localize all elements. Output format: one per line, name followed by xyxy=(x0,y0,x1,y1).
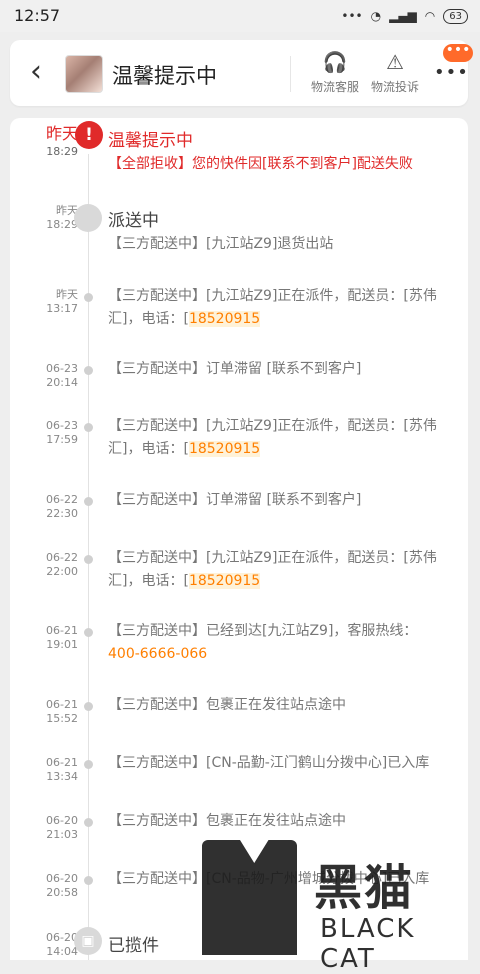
hotline-link[interactable]: 400-6666-066 xyxy=(108,646,207,662)
headset-icon: 🎧 xyxy=(322,50,348,74)
signal-icon: ▂▄▆ xyxy=(389,9,417,23)
entry-text: 【三方配送中】[九江站Z9]正在派件，配送员：[苏伟汇]，电话：[1852091… xyxy=(108,288,437,327)
truck-icon: ▣ xyxy=(74,927,102,955)
entry-text: 【三方配送中】订单滞留 [联系不到客户] xyxy=(108,492,362,508)
timeline-dot xyxy=(84,628,93,637)
user-icon xyxy=(74,204,102,232)
status-bar: 12:57 ••• ◔ ▂▄▆ ◠ 63 xyxy=(0,0,480,32)
alert-icon: ! xyxy=(75,121,103,149)
cat-logo-icon xyxy=(202,840,297,955)
entry-time: 06-21 13:34 xyxy=(46,756,78,783)
entry-text: 【全部拒收】您的快件因[联系不到客户]配送失败 xyxy=(108,156,413,172)
wifi-icon: ◠ xyxy=(424,9,436,23)
timeline-dot xyxy=(84,293,93,302)
timeline-dot xyxy=(84,876,93,885)
timeline-dot xyxy=(84,760,93,769)
entry-time: 06-22 22:00 xyxy=(46,551,78,578)
entry-time: 06-20 14:04 xyxy=(46,931,78,958)
phone-link[interactable]: 18520915 xyxy=(188,573,261,589)
timeline-dot xyxy=(84,702,93,711)
black-cat-watermark: 黑猫 BLACK CAT xyxy=(202,840,462,974)
more-badge: ••• xyxy=(443,43,473,62)
status-icons: ••• ◔ ▂▄▆ ◠ 63 xyxy=(341,7,468,25)
more-button[interactable]: ••• xyxy=(434,62,469,83)
timeline-dot xyxy=(84,423,93,432)
watermark-en: BLACK CAT xyxy=(320,914,416,974)
phone-link[interactable]: 18520915 xyxy=(188,441,261,457)
entry-text: 【三方配送中】包裹正在发往站点途中 xyxy=(108,697,346,713)
entry-text: 【三方配送中】包裹正在发往站点途中 xyxy=(108,813,346,829)
entry-time: 昨天 18:29 xyxy=(46,204,78,231)
status-time: 12:57 xyxy=(14,6,61,25)
product-thumbnail[interactable] xyxy=(65,55,103,93)
entry-time: 昨天 13:17 xyxy=(46,288,78,315)
entry-text: 【三方配送中】[CN-品勤-江门鹤山分拨中心]已入库 xyxy=(108,755,430,771)
timeline-dot xyxy=(84,497,93,506)
entry-title: 派送中 xyxy=(108,211,159,231)
entry-text: 【三方配送中】已经到达[九江站Z9]，客服热线： 400-6666-066 xyxy=(108,623,418,662)
entry-text: 【三方配送中】订单滞留 [联系不到客户] xyxy=(108,361,362,377)
timeline-dot xyxy=(84,818,93,827)
alarm-icon: ◔ xyxy=(370,9,382,23)
entry-title: 已揽件 xyxy=(108,936,159,956)
timeline-dot xyxy=(84,555,93,564)
back-button[interactable]: ‹ xyxy=(30,57,58,88)
entry-time: 昨天 18:29 xyxy=(45,124,78,159)
logistics-complaint-button[interactable]: ⚠ 物流投诉 xyxy=(363,50,427,95)
entry-time: 06-21 19:01 xyxy=(46,624,78,651)
entry-time: 06-21 15:52 xyxy=(46,698,78,725)
logistics-service-label: 物流客服 xyxy=(310,80,359,94)
battery-icon: 63 xyxy=(443,8,468,24)
entry-text: 【三方配送中】[九江站Z9]正在派件，配送员：[苏伟汇]，电话：[1852091… xyxy=(108,418,437,457)
entry-text: 【三方配送中】[九江站Z9]正在派件，配送员：[苏伟汇]，电话：[1852091… xyxy=(108,550,437,589)
logistics-service-button[interactable]: 🎧 物流客服 xyxy=(303,50,367,95)
watermark-cn: 黑猫 xyxy=(314,860,415,916)
entry-text: 【三方配送中】[九江站Z9]退货出站 xyxy=(108,236,334,252)
more-dots-icon: ••• xyxy=(341,9,363,23)
timeline-dot xyxy=(84,366,93,375)
warning-icon: ⚠ xyxy=(386,50,404,74)
entry-time: 06-20 20:58 xyxy=(46,872,78,899)
header-divider xyxy=(290,56,291,92)
entry-time: 06-23 20:14 xyxy=(46,362,78,389)
entry-time: 06-20 21:03 xyxy=(46,814,78,841)
logistics-complaint-label: 物流投诉 xyxy=(370,80,419,94)
timeline-card: 昨天 18:29 ! 温馨提示中 【全部拒收】您的快件因[联系不到客户]配送失败… xyxy=(10,118,468,960)
header: ‹ 温馨提示中 🎧 物流客服 ⚠ 物流投诉 ••• ••• xyxy=(10,40,473,106)
entry-title: 温馨提示中 xyxy=(108,131,193,151)
phone-link[interactable]: 18520915 xyxy=(188,311,261,327)
entry-time: 06-22 22:30 xyxy=(46,493,78,520)
page-title: 温馨提示中 xyxy=(112,64,217,88)
entry-time: 06-23 17:59 xyxy=(46,419,78,446)
